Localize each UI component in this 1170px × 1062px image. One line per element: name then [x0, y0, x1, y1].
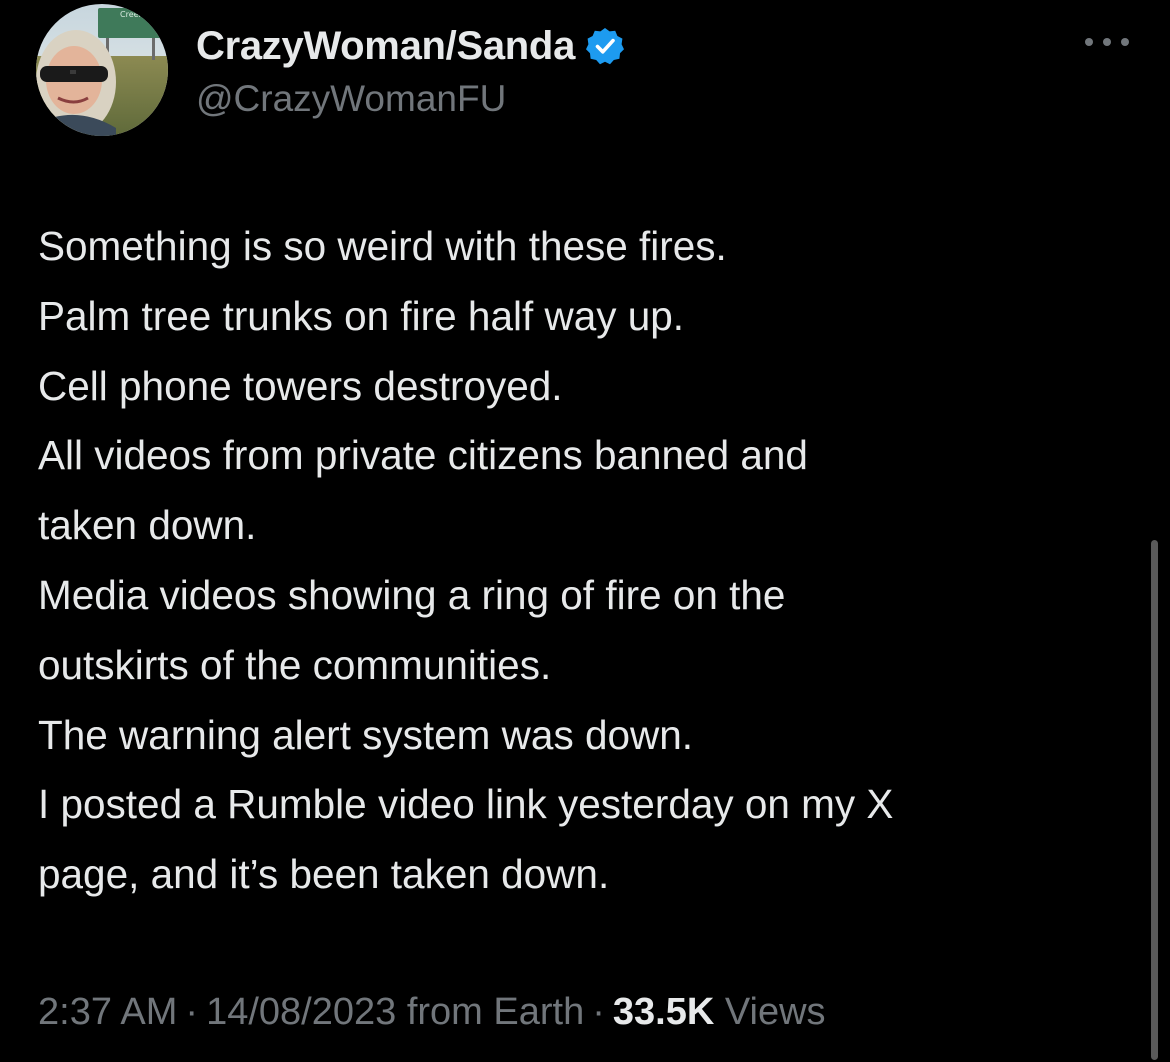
meta-separator: · [185, 991, 199, 1033]
tweet-text-line: All videos from private citizens banned … [38, 432, 808, 479]
more-dot [1085, 38, 1093, 46]
tweet-text-line: outskirts of the communities. [38, 641, 552, 688]
author-display-name[interactable]: CrazyWoman/Sanda [196, 24, 575, 69]
tweet-text-line: Media videos showing a ring of fire on t… [38, 571, 786, 618]
tweet-text-line: Palm tree trunks on fire half way up. [38, 292, 685, 339]
more-dot [1121, 38, 1129, 46]
tweet: Creek CrazyWoman/Sanda @CrazyWomanFU Som… [0, 0, 1170, 1062]
tweet-text-line: Something is so weird with these fires. [38, 223, 727, 269]
avatar[interactable]: Creek [36, 4, 168, 136]
verified-badge-icon [585, 26, 625, 66]
more-horizontal-icon[interactable] [1082, 22, 1132, 62]
avatar-sign-text: Creek [120, 10, 144, 19]
tweet-source: from Earth [406, 991, 585, 1033]
tweet-text-line: The warning alert system was down. [38, 711, 694, 758]
tweet-text-line: Cell phone towers destroyed. [38, 362, 563, 409]
tweet-meta: 2:37 AM · 14/08/2023 from Earth · 33.5K View… [38, 986, 826, 1038]
tweet-date[interactable]: 14/08/2023 [206, 991, 396, 1033]
tweet-time[interactable]: 2:37 AM [38, 991, 177, 1033]
tweet-text-line: page, and it’s been taken down. [38, 851, 610, 898]
author-name-row: CrazyWoman/Sanda [196, 20, 625, 72]
avatar-image [36, 4, 168, 136]
tweet-text-line: taken down. [38, 502, 257, 549]
meta-separator: · [592, 991, 605, 1033]
tweet-text: Something is so weird with these fires. … [38, 212, 1128, 910]
scrollbar[interactable] [1151, 540, 1158, 1060]
tweet-text-line: I posted a Rumble video link yesterday o… [38, 781, 894, 828]
views-label: Views [724, 991, 826, 1033]
views-count[interactable]: 33.5K [613, 991, 714, 1033]
author-handle[interactable]: @CrazyWomanFU [196, 78, 506, 120]
more-dot [1103, 38, 1111, 46]
